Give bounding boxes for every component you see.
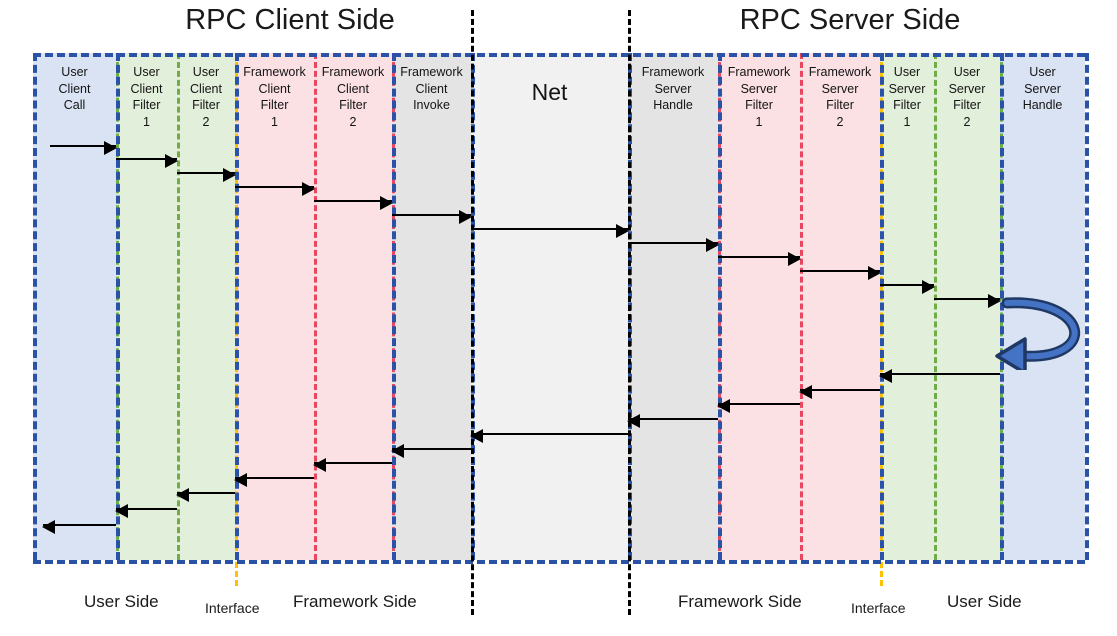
arrow-framework-client-filter-1-to-2 <box>235 181 315 196</box>
page-title-server: RPC Server Side <box>739 4 961 36</box>
divider-framework-server-2 <box>800 53 803 560</box>
footer-user-side-server: User Side <box>947 592 1022 611</box>
lane-label-user-client-filter-2: User Client Filter 2 <box>190 65 222 129</box>
lane-label-framework-server-filter-2: Framework Server Filter 2 <box>808 65 872 129</box>
arrow-return-net-to-framework-client-invoke <box>391 443 471 458</box>
arrow-framework-client-invoke-to-net <box>392 209 472 224</box>
footer-interface-client: Interface <box>205 600 260 616</box>
rpc-flow-diagram: RPC Client Side RPC Server Side User Cli… <box>0 0 1117 636</box>
self-invoke-loop-icon <box>995 297 1081 370</box>
lane-framework-client-invoke: Framework Client Invoke <box>392 53 471 560</box>
lane-user-client-filter-1: User Client Filter 1 <box>116 53 177 560</box>
arrow-return-user-to-framework-server-2 <box>717 398 800 413</box>
arrow-return-framework-filter-2-to-1 <box>234 472 314 487</box>
lane-label-framework-server-filter-1: Framework Server Filter 1 <box>727 65 791 129</box>
lane-label-framework-client-invoke: Framework Client Invoke <box>400 65 463 112</box>
arrow-framework-server-handle-to-filter-1 <box>628 237 719 252</box>
lane-user-client-filter-2: User Client Filter 2 <box>177 53 235 560</box>
arrow-framework-server-filter-1-to-2 <box>718 251 801 266</box>
frame-bottom <box>33 560 1085 564</box>
arrow-return-handle-to-user-server-filter-2 <box>879 368 1000 383</box>
lane-label-user-client-filter-1: User Client Filter 1 <box>130 65 163 129</box>
arrow-return-invoke-to-framework-filter-2 <box>313 457 392 472</box>
arrow-return-framework-server-2-to-handle <box>627 413 718 428</box>
black-divider-net-left <box>471 10 474 615</box>
arrow-return-user-server-filter-2-to-1 <box>799 384 880 399</box>
lane-net: Net <box>471 53 628 560</box>
frame-vertical-0 <box>33 53 37 560</box>
lane-framework-server-filter-2: Framework Server Filter 2 <box>800 53 880 560</box>
lane-label-user-server-filter-2: User Server Filter 2 <box>948 65 986 129</box>
lane-label-framework-client-filter-2: Framework Client Filter 2 <box>321 65 385 129</box>
arrow-user-server-filter-2-to-handle <box>934 293 1001 308</box>
arrow-net-to-framework-server-handle <box>471 223 629 238</box>
arrow-return-framework-to-user-client-2 <box>176 487 235 502</box>
lane-user-server-filter-1: User Server Filter 1 <box>880 53 934 560</box>
frame-vertical-6 <box>718 53 722 560</box>
black-divider-net-right <box>628 10 631 615</box>
footer-tick-interface-client <box>235 562 238 586</box>
lane-label-user-server-handle: User Server Handle <box>1022 65 1063 112</box>
arrow-framework-server-filter-2-to-user <box>800 265 881 280</box>
divider-user-server-1 <box>934 53 937 560</box>
lane-label-user-server-filter-1: User Server Filter 1 <box>888 65 926 129</box>
footer-framework-side-client: Framework Side <box>293 592 417 611</box>
arrow-user-client-filter-2-to-framework <box>177 167 236 182</box>
page-title-client: RPC Client Side <box>185 4 395 36</box>
arrow-return-server-handle-to-net <box>470 428 628 443</box>
footer-framework-side-server: Framework Side <box>678 592 802 611</box>
divider-user-client-2 <box>177 53 180 560</box>
lane-label-framework-client-filter-1: Framework Client Filter 1 <box>243 65 306 129</box>
frame-vertical-1 <box>116 53 120 560</box>
arrow-user-server-filter-1-to-2 <box>880 279 935 294</box>
footer-interface-server: Interface <box>851 600 906 616</box>
lane-label-user-client-call: User Client Call <box>58 65 91 112</box>
lane-user-client-call: User Client Call <box>33 53 116 560</box>
lane-framework-server-handle: Framework Server Handle <box>628 53 718 560</box>
frame-vertical-3 <box>392 53 396 560</box>
lane-framework-server-filter-1: Framework Server Filter 1 <box>718 53 800 560</box>
arrow-call-to-user-client-filter-1 <box>50 140 117 155</box>
footer-tick-interface-server <box>880 562 883 586</box>
footer-user-side-client: User Side <box>84 592 159 611</box>
lane-label-framework-server-handle: Framework Server Handle <box>641 65 705 112</box>
arrow-framework-client-filter-2-to-invoke <box>314 195 393 210</box>
arrow-user-client-filter-1-to-2 <box>116 153 178 168</box>
lane-framework-client-filter-2: Framework Client Filter 2 <box>314 53 392 560</box>
arrow-return-user-client-2-to-1 <box>115 503 177 518</box>
lane-label-net: Net <box>531 79 568 105</box>
frame-top <box>33 53 1085 57</box>
divider-framework-client-1 <box>314 53 317 560</box>
frame-vertical-7 <box>880 53 884 560</box>
arrow-return-user-client-1-to-call <box>42 519 116 534</box>
